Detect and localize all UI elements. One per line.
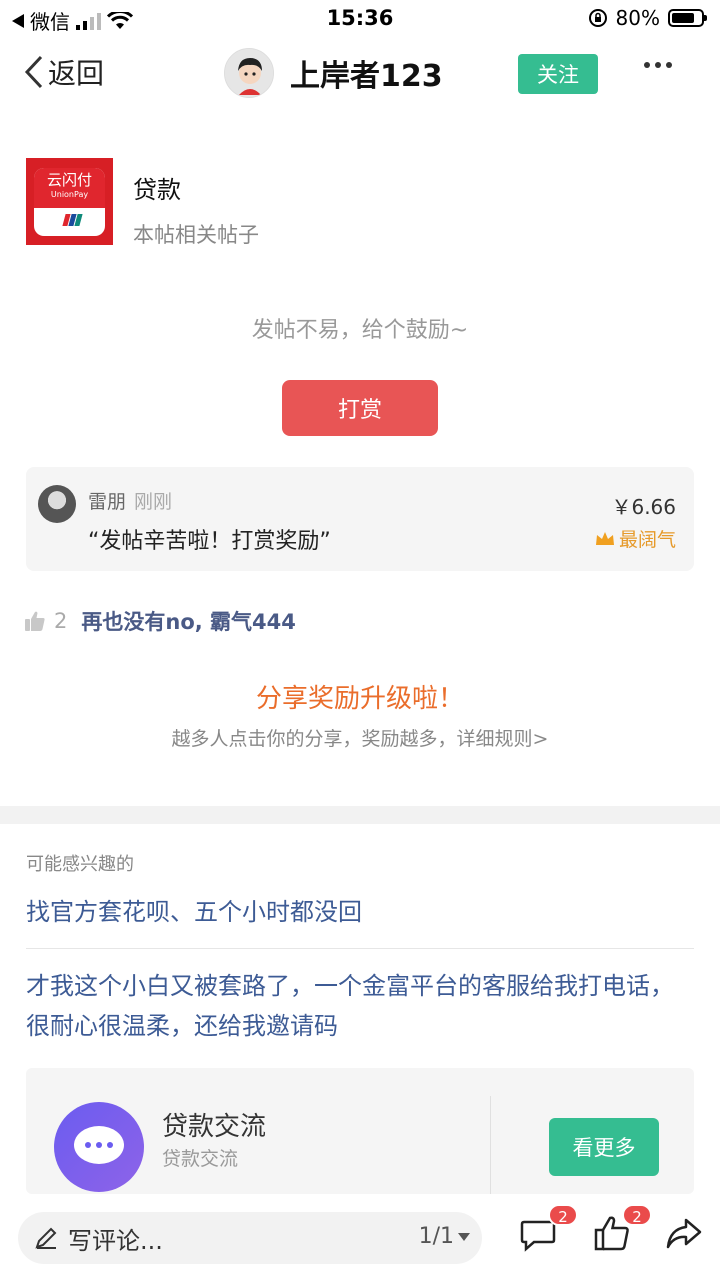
rewarder-info: 雷朋 刚刚 [88,487,172,514]
like-count-badge: 2 [622,1204,652,1226]
comment-button[interactable]: 2 [518,1204,578,1262]
dot [666,62,672,68]
back-label: 返回 [48,57,105,90]
reward-time: 刚刚 [134,491,173,513]
pencil-icon [35,1227,57,1249]
forum-card[interactable]: 云闪付 UnionPay 贷款 本帖相关帖子 [26,158,259,249]
topic-card[interactable]: 贷款交流 贷款交流 看更多 [26,1068,694,1194]
interest-label: 可能感兴趣的 [26,854,134,875]
logo-card: 云闪付 UnionPay [34,168,105,236]
rewarder-name[interactable]: 雷朋 [88,491,126,513]
chevron-left-icon [24,55,43,89]
topic-title: 贷款交流 [162,1112,267,1142]
dot [644,62,650,68]
logo-text: 云闪付 [46,171,92,189]
author-info[interactable]: 上岸者123 [224,48,443,98]
section-divider [0,806,720,824]
back-button[interactable]: 返回 [24,52,104,92]
cartoon-avatar-icon [225,49,273,97]
nav-bar: 返回 上岸者123 关注 [0,36,720,116]
comment-count-badge: 2 [548,1204,578,1226]
forum-title: 贷款 [133,176,181,204]
related-post-link[interactable]: 才我这个小白又被套路了，一个金富平台的客服给我打电话，很耐心很温柔，还给我邀请码 [26,966,694,1046]
reward-button[interactable]: 打赏 [282,380,438,436]
reward-tip: 发帖不易，给个鼓励~ [251,318,469,343]
logo-red-area: 云闪付 UnionPay [34,168,105,208]
status-bar: 微信 15:36 80% [0,0,720,36]
bottom-bar: 写评论... 1/1 2 2 [0,1194,720,1280]
likes-row: 2 再也没有no, 霸气444 [24,606,296,636]
author-avatar[interactable] [224,48,274,98]
topic-subtitle: 贷款交流 [162,1148,239,1170]
battery-percent: 80% [615,6,660,30]
battery-fill [672,13,695,23]
reward-message: “发帖辛苦啦！打赏奖励” [88,529,331,554]
author-name[interactable]: 上岸者123 [290,51,443,95]
related-post-link[interactable]: 找官方套花呗、五个小时都没回 [26,892,694,932]
share-rules-link[interactable]: 越多人点击你的分享，奖励越多，详细规则> [0,724,720,751]
forum-subtitle: 本帖相关帖子 [133,223,259,247]
rewarder-avatar[interactable] [38,485,76,523]
comment-placeholder: 写评论... [68,1226,163,1255]
forum-text: 贷款 本帖相关帖子 [133,158,259,249]
reward-badge: 最阔气 [595,525,676,552]
dot [655,62,661,68]
page-selector[interactable]: 1/1 [419,1224,470,1249]
more-options-button[interactable] [644,62,672,68]
logo-subtext: UnionPay [50,190,89,199]
share-reward-title: 分享奖励升级啦！ [255,684,464,714]
chat-bubble-icon [54,1102,144,1192]
follow-button[interactable]: 关注 [518,54,598,94]
likes-count: 2 [54,609,68,633]
thumbs-up-icon [25,611,45,631]
crown-icon [595,531,614,545]
forum-logo: 云闪付 UnionPay [26,158,113,245]
reward-badge-label: 最阔气 [618,529,676,551]
rotation-lock-icon [588,9,607,27]
comment-input[interactable]: 写评论... 1/1 [18,1212,482,1264]
battery-icon [668,9,707,27]
reward-record-card: 雷朋 刚刚 “发帖辛苦啦！打赏奖励” ￥6.66 最阔气 [26,467,694,571]
likers-names[interactable]: 再也没有no, 霸气444 [81,606,296,636]
share-arrow-icon [666,1218,702,1249]
divider [490,1096,491,1194]
unionpay-bars-icon [62,214,83,226]
share-button[interactable] [664,1214,712,1262]
reward-amount: ￥6.66 [611,495,676,519]
status-right: 80% [588,6,707,30]
divider [26,948,694,949]
caret-down-icon [458,1232,470,1241]
see-more-button[interactable]: 看更多 [549,1118,659,1176]
like-button[interactable]: 2 [592,1204,652,1262]
page-indicator: 1/1 [418,1224,454,1249]
